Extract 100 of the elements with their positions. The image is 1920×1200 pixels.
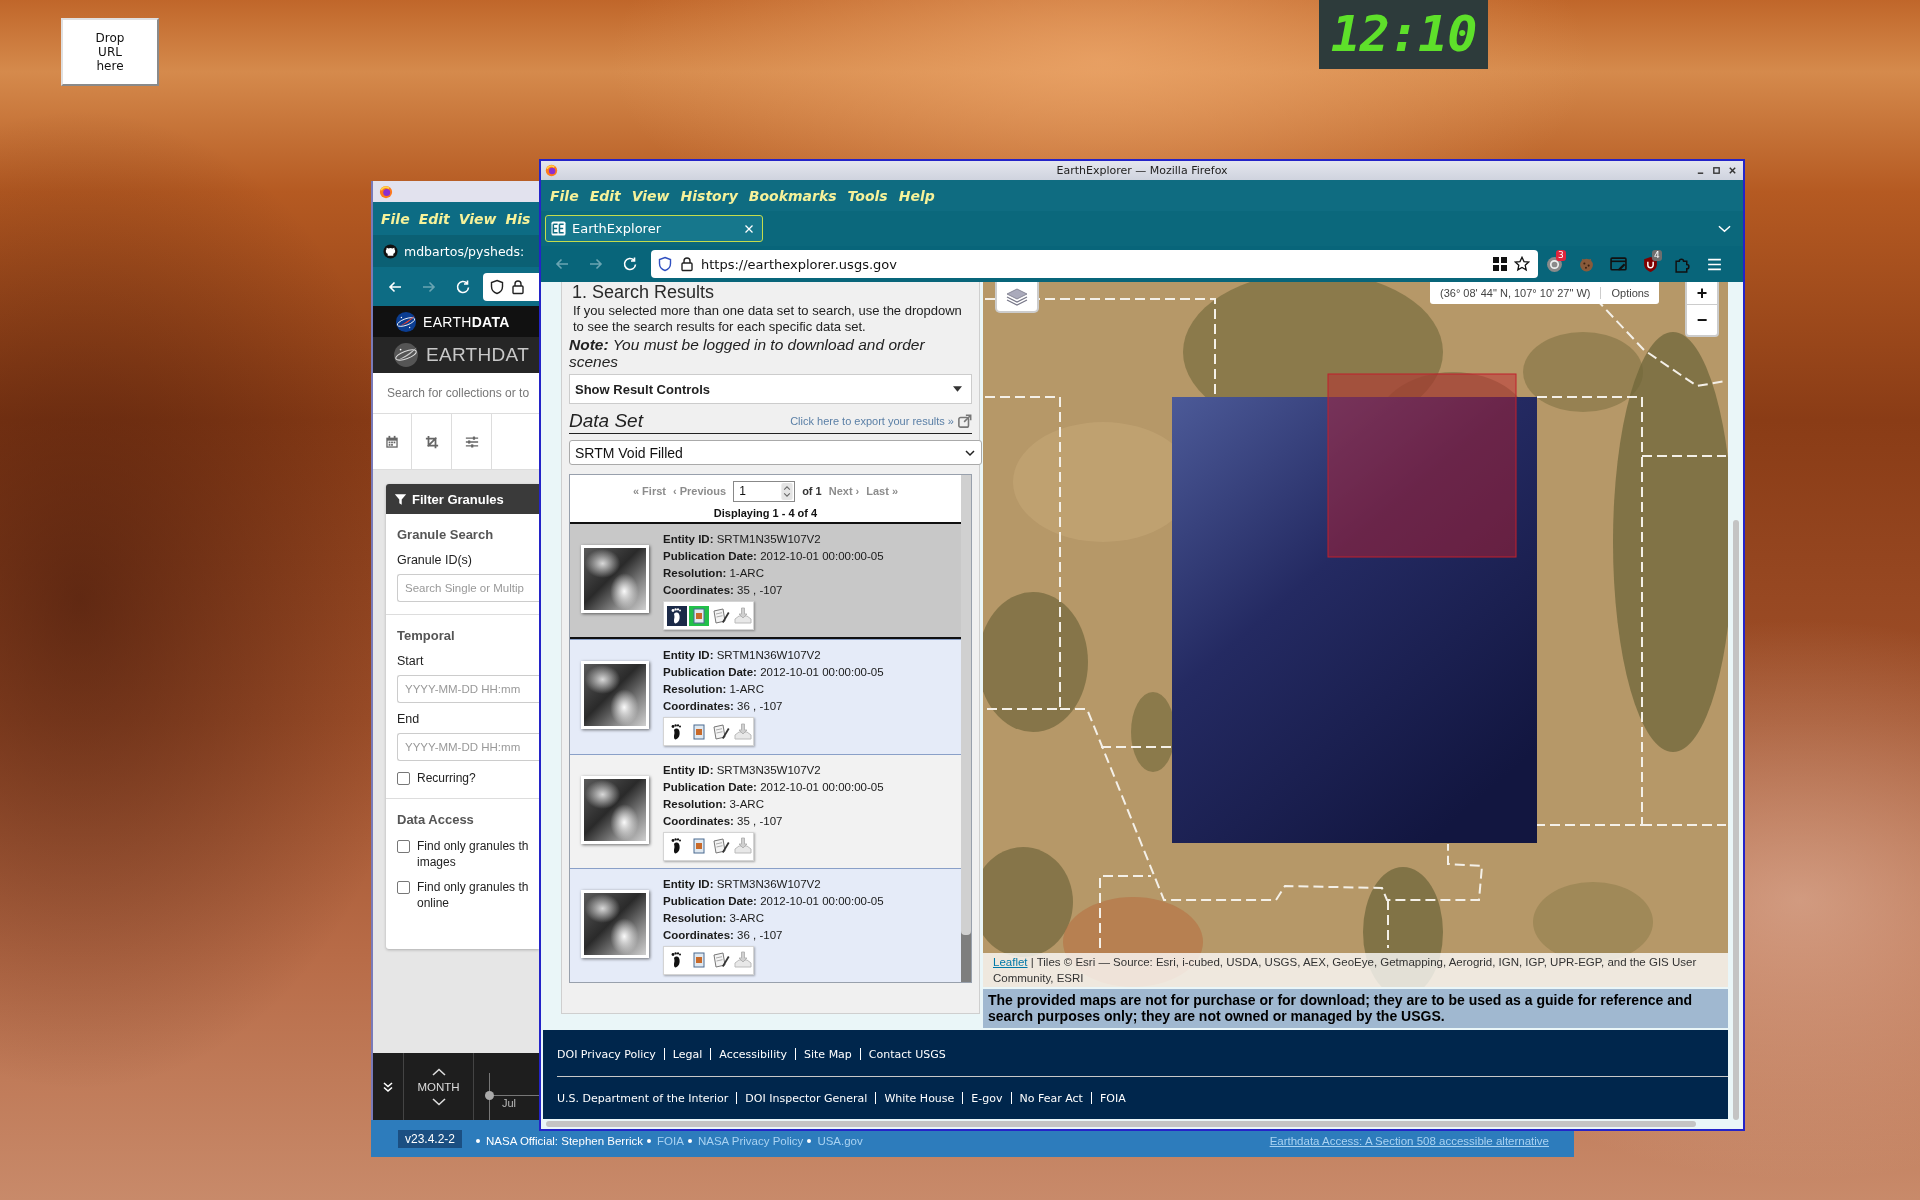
bullet-icon [687,1139,692,1143]
menu-item[interactable]: File [381,210,410,227]
maximize-icon[interactable] [1712,166,1721,175]
menu-item[interactable]: View [631,187,670,204]
page-total: of 1 [802,485,822,497]
screen-icon[interactable] [1609,255,1627,273]
checkbox[interactable] [397,881,410,894]
puzzle-icon[interactable] [1673,255,1691,273]
notepad-icon[interactable] [711,605,731,626]
crop-icon[interactable] [424,434,439,449]
footer-link[interactable]: Site Map [804,1047,852,1061]
bullet-icon [476,1139,481,1143]
window-title: EarthExplorer — Mozilla Firefox [1056,164,1228,177]
dem-thumbnail[interactable] [581,545,649,613]
first-page-link[interactable]: « First [632,485,666,497]
notepad-icon[interactable] [711,950,731,971]
footer-link[interactable]: DOI Inspector General [745,1091,868,1105]
reload-icon[interactable] [455,278,471,295]
site-title: EARTHDAT [426,344,530,366]
spinner-icon[interactable] [781,482,794,500]
checkbox[interactable] [397,772,410,785]
footer-link[interactable]: FOIA [1099,1091,1126,1105]
drop-url-target[interactable]: Drop URL here [61,18,159,86]
input-field[interactable]: YYYY-MM-DD HH:mm [397,733,539,761]
address-bar[interactable] [483,272,539,301]
chevron-up-icon[interactable] [431,1067,446,1076]
previous-page-link[interactable]: ‹ Previous [672,485,727,497]
scrollbar-thumb[interactable] [961,475,971,935]
scrollbar-thumb[interactable] [546,1121,1696,1127]
nasa-logo-icon [395,310,417,333]
menu-item[interactable]: History [680,187,738,204]
result-field: Resolution: 3-ARC [663,909,884,927]
menu-item[interactable]: Help [898,187,935,204]
timeline-marker-icon[interactable] [485,1091,494,1100]
layers-button[interactable] [995,282,1039,313]
external-link-icon[interactable] [958,413,972,428]
footer-link[interactable]: White House [884,1091,955,1105]
footer-link[interactable]: Contact USGS [868,1047,946,1061]
grid-icon[interactable] [1492,256,1508,272]
result-row[interactable]: Entity ID: SRTM1N35W107V2 Publication Date: 2012-10-01 00:00:00-05 Resolution: 1-ARC Coordinates: 35 , -107 [570,522,961,640]
footer-link[interactable]: No Fear Act [1019,1091,1083,1105]
checkbox[interactable] [397,840,410,853]
input-field[interactable]: YYYY-MM-DD HH:mm [397,675,539,703]
menu-item[interactable]: Edit [589,187,621,204]
double-chevron-icon[interactable] [382,1080,394,1093]
reload-icon[interactable] [622,256,638,272]
dem-thumbnail[interactable] [581,661,649,730]
field-label: End [397,711,421,727]
chevron-down-icon [965,447,975,458]
result-field: Entity ID: SRTM3N35W107V2 [663,761,884,779]
browser-tab[interactable]: mdbartos/pysheds: [373,235,525,267]
timeline-label: Jul [502,1097,517,1109]
menu-item[interactable]: Edit [418,210,450,227]
star-icon[interactable] [1514,256,1530,272]
scrollbar-thumb[interactable] [1733,520,1739,1120]
menu-item[interactable]: View [458,210,497,227]
footer-link[interactable]: E-gov [971,1091,1003,1105]
panel-heading: 1. Search Results [571,282,716,302]
menu-item[interactable]: Tools [847,187,888,204]
input-field[interactable]: Search Single or Multip [397,574,539,602]
footer-link[interactable]: U.S. Department of the Interior [557,1091,729,1105]
result-row[interactable]: Entity ID: SRTM3N36W107V2 Publication Date: 2012-10-01 00:00:00-05 Resolution: 3-ARC Coordinates: 36 , -107 [570,867,961,982]
last-page-link[interactable]: Last » [866,485,899,497]
result-field: Coordinates: 35 , -107 [663,582,884,599]
sliders-icon[interactable] [464,434,479,449]
browser-tab[interactable]: EarthExplorer [545,215,763,242]
dem-thumbnail[interactable] [581,775,649,844]
page-number-field[interactable]: 1 [733,480,796,502]
notepad-icon[interactable] [711,836,731,856]
menu-item[interactable]: File [550,187,579,204]
nasa-logo-icon [393,342,419,368]
footprint-icon[interactable] [667,605,687,626]
firefox-icon [545,164,558,177]
checkbox-label: Find only granules th online [417,879,529,911]
data-set-select[interactable]: SRTM Void Filled [569,440,982,465]
footer-link[interactable]: Legal [672,1047,703,1061]
zoom-out-button[interactable]: − [1687,305,1717,335]
menu-item[interactable]: Bookmarks [748,187,837,204]
zoom-in-button[interactable]: + [1687,282,1717,305]
next-page-link[interactable]: Next › [828,485,860,497]
calendar-icon[interactable] [385,434,399,449]
search-field[interactable]: Search for collections or to [373,373,539,414]
options-button[interactable]: Options [1600,287,1660,299]
footer-link[interactable]: Accessibility [719,1047,787,1061]
result-row[interactable]: Entity ID: SRTM1N36W107V2 Publication Date: 2012-10-01 00:00:00-05 Resolution: 1-ARC Coordinates: 36 , -107 [570,639,961,754]
result-controls-toggle[interactable]: Show Result Controls [569,374,972,404]
menu-item[interactable]: His [505,210,531,227]
checkbox-label: Recurring? [417,770,476,786]
firefox-icon [379,184,393,199]
footer-link[interactable]: DOI Privacy Policy [557,1047,656,1061]
close-icon[interactable] [1728,166,1737,175]
result-field: Entity ID: SRTM1N35W107V2 [663,531,884,548]
dem-thumbnail[interactable] [581,889,649,958]
notepad-icon[interactable] [711,721,731,742]
image-icon[interactable] [689,605,709,626]
result-row[interactable]: Entity ID: SRTM3N35W107V2 Publication Date: 2012-10-01 00:00:00-05 Resolution: 3-ARC Coordinates: 35 , -107 [570,753,961,868]
address-bar[interactable]: https://earthexplorer.usgs.gov [651,250,1538,278]
leaflet-link[interactable]: Leaflet [993,956,1028,968]
chevron-down-icon[interactable] [431,1097,446,1106]
export-results-link[interactable]: Click here to export your results » [790,414,954,427]
